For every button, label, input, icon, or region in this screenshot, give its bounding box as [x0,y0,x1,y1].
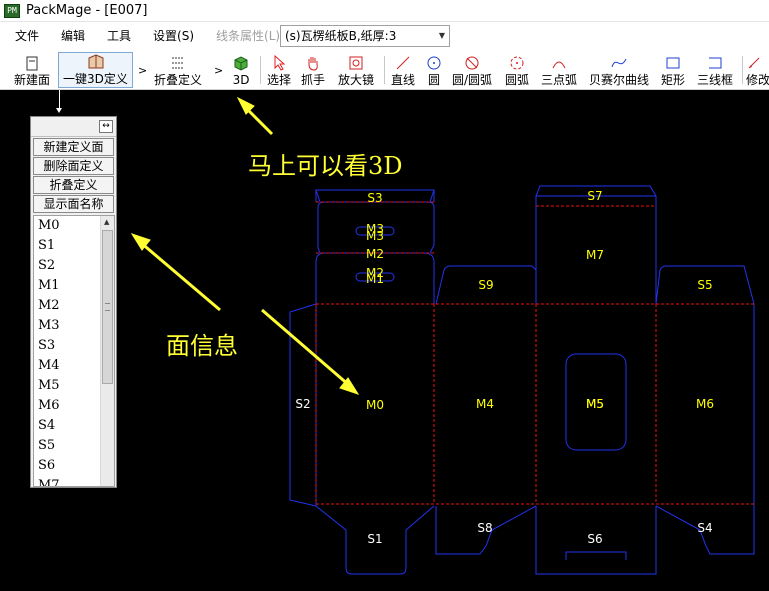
face-label-s2: S2 [295,397,311,411]
one-key-3d-button[interactable]: 一键3D定义 [58,52,133,88]
three-line-box-icon [707,54,723,72]
box-3d-icon [87,53,105,71]
bezier-tool-label: 贝赛尔曲线 [588,73,649,87]
material-select-value: (s)瓦楞纸板B,纸厚:3 [285,29,397,43]
menu-edit[interactable]: 编辑 [50,26,96,46]
modify-icon [746,54,762,72]
face-label-m7: M7 [586,248,604,262]
new-face-label: 新建面 [13,73,50,87]
title-bar: PM PackMage - [E007] [0,0,769,22]
modify-tool-label: 修改 [746,73,769,87]
face-label-s6: S6 [587,532,603,546]
rectangle-tool-label: 矩形 [660,73,685,87]
app-logo-icon: PM [4,3,20,18]
face-label-s7: S7 [587,189,603,203]
line-tool-button[interactable]: 直线 [388,52,418,88]
hand-tool-button[interactable]: 抓手 [298,52,328,88]
face-label-s5: S5 [697,278,713,292]
menu-bar: 文件 编辑 工具 设置(S) 线条属性(L) (s)瓦楞纸板B,纸厚:3 ▼ [0,22,769,50]
cut-line-top-flaps-5 [429,189,435,203]
face-label-s3: S3 [367,191,383,205]
fold-definition-button[interactable]: 折叠定义 [152,52,204,88]
cut-line-m7-s7 [535,185,657,304]
face-label-s9: S9 [478,278,494,292]
window-title: PackMage - [E007] [26,3,148,18]
magnifier-icon [348,54,364,72]
three-line-box-label: 三线框 [696,73,733,87]
green-cube-icon [233,54,249,72]
annotation-see-3d: 马上可以看3D [248,152,403,180]
face-label-m0: M0 [366,398,384,412]
menu-settings[interactable]: 设置(S) [142,26,205,46]
bezier-tool-button[interactable]: 贝赛尔曲线 [586,52,652,88]
material-select[interactable]: (s)瓦楞纸板B,纸厚:3 ▼ [280,25,450,47]
magnifier-label: 放大镜 [337,73,374,87]
face-label-m4: M4 [476,397,494,411]
select-tool-button[interactable]: 选择 [264,52,294,88]
circle-arc-tool-label: 圆/圆弧 [451,73,493,87]
cut-line-s6-tab [565,551,627,560]
face-label-m2: M2 [366,247,384,261]
magnifier-button[interactable]: 放大镜 [334,52,378,88]
rectangle-icon [665,54,681,72]
menu-file[interactable]: 文件 [4,26,50,46]
step-arrow-2: > [214,64,224,77]
face-label-m6: M6 [696,397,714,411]
circle-arc-icon [464,54,480,72]
three-line-box-button[interactable]: 三线框 [694,52,736,88]
new-face-icon [24,54,40,72]
circle-tool-button[interactable]: 圆 [422,52,446,88]
menu-line-properties: 线条属性(L) [216,29,281,43]
hand-tool-label: 抓手 [300,73,325,87]
three-point-arc-icon [551,54,567,72]
modify-tool-button[interactable]: 修改 [746,52,769,88]
bezier-curve-icon [610,54,628,72]
three-point-arc-label: 三点弧 [540,73,577,87]
face-label-m2-overlap: M2 [366,266,384,280]
one-key-3d-label: 一键3D定义 [63,72,128,86]
circle-icon [426,54,442,72]
face-label-s8: S8 [477,521,493,535]
face-label-s1: S1 [367,532,383,546]
arc-icon [509,54,525,72]
toolbar: 新建面 一键3D定义 > 折叠定义 > 3D 选择 抓手 放大镜 直线 圆 圆/… [0,50,769,90]
toolbar-divider [742,56,743,84]
app-window: PM PackMage - [E007] 文件 编辑 工具 设置(S) 线条属性… [0,0,769,591]
circle-arc-tool-button[interactable]: 圆/圆弧 [450,52,494,88]
face-label-m5-overlap: M5 [586,397,604,411]
rectangle-tool-button[interactable]: 矩形 [658,52,688,88]
face-label-m3-overlap: M3 [366,229,384,243]
menu-tools[interactable]: 工具 [96,26,142,46]
arc-tool-button[interactable]: 圆弧 [500,52,534,88]
face-label-s4: S4 [697,521,713,535]
hand-icon [305,54,321,72]
annotation-face-info: 面信息 [166,332,238,360]
view-3d-label: 3D [232,73,250,87]
line-tool-label: 直线 [390,73,415,87]
cut-line-top-flaps-4 [315,189,321,203]
step-arrow-1: > [138,64,148,77]
view-3d-button[interactable]: 3D [228,52,254,88]
toolbar-divider [260,56,261,84]
toolbar-divider [384,56,385,84]
line-icon [395,54,411,72]
pointer-icon [272,54,286,72]
fold-list-icon [170,54,186,72]
circle-tool-label: 圆 [427,73,440,87]
new-face-button[interactable]: 新建面 [10,52,54,88]
chevron-down-icon[interactable]: ▼ [439,26,445,46]
three-point-arc-button[interactable]: 三点弧 [538,52,580,88]
fold-definition-label: 折叠定义 [153,73,202,87]
select-tool-label: 选择 [266,73,291,87]
arc-tool-label: 圆弧 [504,73,529,87]
